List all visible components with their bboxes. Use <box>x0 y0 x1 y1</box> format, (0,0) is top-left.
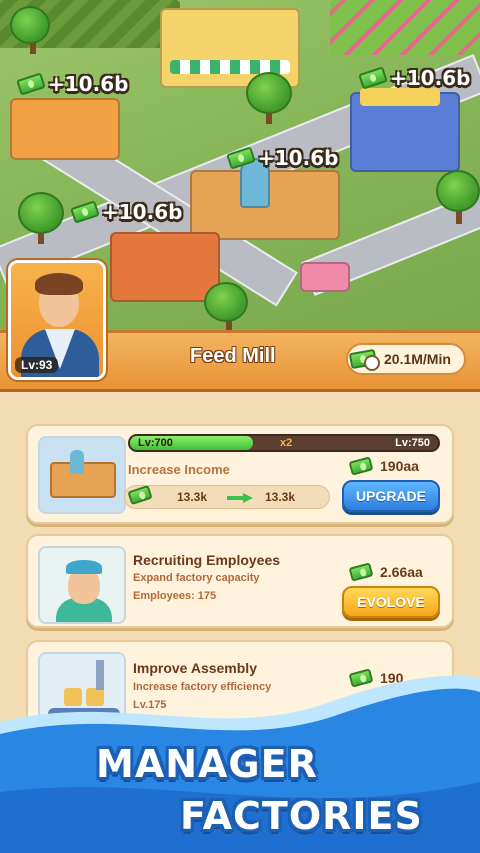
evolve-button[interactable]: EVOLOVE <box>342 586 440 618</box>
income-to: 13.3k <box>265 490 296 504</box>
income-tag[interactable]: +10.6b <box>226 146 339 170</box>
employees-cost: 2.66aa <box>348 562 423 582</box>
income-compare: 13.3k 13.3k <box>124 484 330 509</box>
cash-icon <box>226 146 256 170</box>
income-value: +10.6b <box>102 200 183 224</box>
employees-count: Employees: 175 <box>133 590 217 602</box>
factory-title: Feed Mill <box>190 345 276 367</box>
factory-thumbnail <box>38 436 126 514</box>
level-progress-bar: Lv:700 x2 Lv:750 <box>128 434 440 452</box>
cash-icon <box>127 484 153 506</box>
tree <box>204 282 248 322</box>
level-multiplier: x2 <box>280 437 293 449</box>
employee-thumbnail <box>38 546 126 624</box>
income-value: +10.6b <box>48 72 129 96</box>
tree <box>18 192 64 234</box>
tree <box>436 170 480 212</box>
cash-icon <box>16 72 46 96</box>
cash-icon <box>348 562 374 582</box>
employees-cost-value: 2.66aa <box>380 564 423 580</box>
cash-icon <box>70 200 100 224</box>
income-rate-pill: 20.1M/Min <box>346 343 466 375</box>
juice-factory-building[interactable] <box>10 98 120 160</box>
promo-headline-line2: FACTORIES <box>180 794 423 838</box>
income-cost: 190aa <box>348 456 419 476</box>
income-rate: 20.1M/Min <box>384 351 451 367</box>
manager-avatar[interactable]: Lv:93 <box>8 260 106 380</box>
flower-bed <box>300 262 350 292</box>
toy-factory-building[interactable] <box>110 232 220 302</box>
income-tag[interactable]: +10.6b <box>16 72 129 96</box>
promo-headline-line1: MANAGER <box>96 742 318 786</box>
income-tag[interactable]: +10.6b <box>70 200 183 224</box>
tree <box>246 72 292 114</box>
flower-field <box>330 0 480 55</box>
cash-icon <box>358 66 388 90</box>
manager-level-badge: Lv:93 <box>15 357 59 373</box>
income-tag[interactable]: +10.6b <box>358 66 471 90</box>
income-value: +10.6b <box>390 66 471 90</box>
textile-roof <box>360 88 440 106</box>
upgrade-button[interactable]: UPGRADE <box>342 480 440 512</box>
employees-desc: Expand factory capacity <box>133 572 260 584</box>
level-current: Lv:700 <box>138 437 173 449</box>
arrow-right-icon <box>227 493 253 503</box>
manager-hair <box>35 273 83 295</box>
level-next: Lv:750 <box>395 437 430 449</box>
income-value: +10.6b <box>258 146 339 170</box>
income-title: Increase Income <box>128 462 230 477</box>
cash-icon <box>348 456 374 476</box>
employees-title: Recruiting Employees <box>133 552 281 568</box>
income-from: 13.3k <box>177 490 208 504</box>
income-cost-value: 190aa <box>380 458 419 474</box>
tree <box>10 6 50 44</box>
clock-icon <box>364 355 380 371</box>
